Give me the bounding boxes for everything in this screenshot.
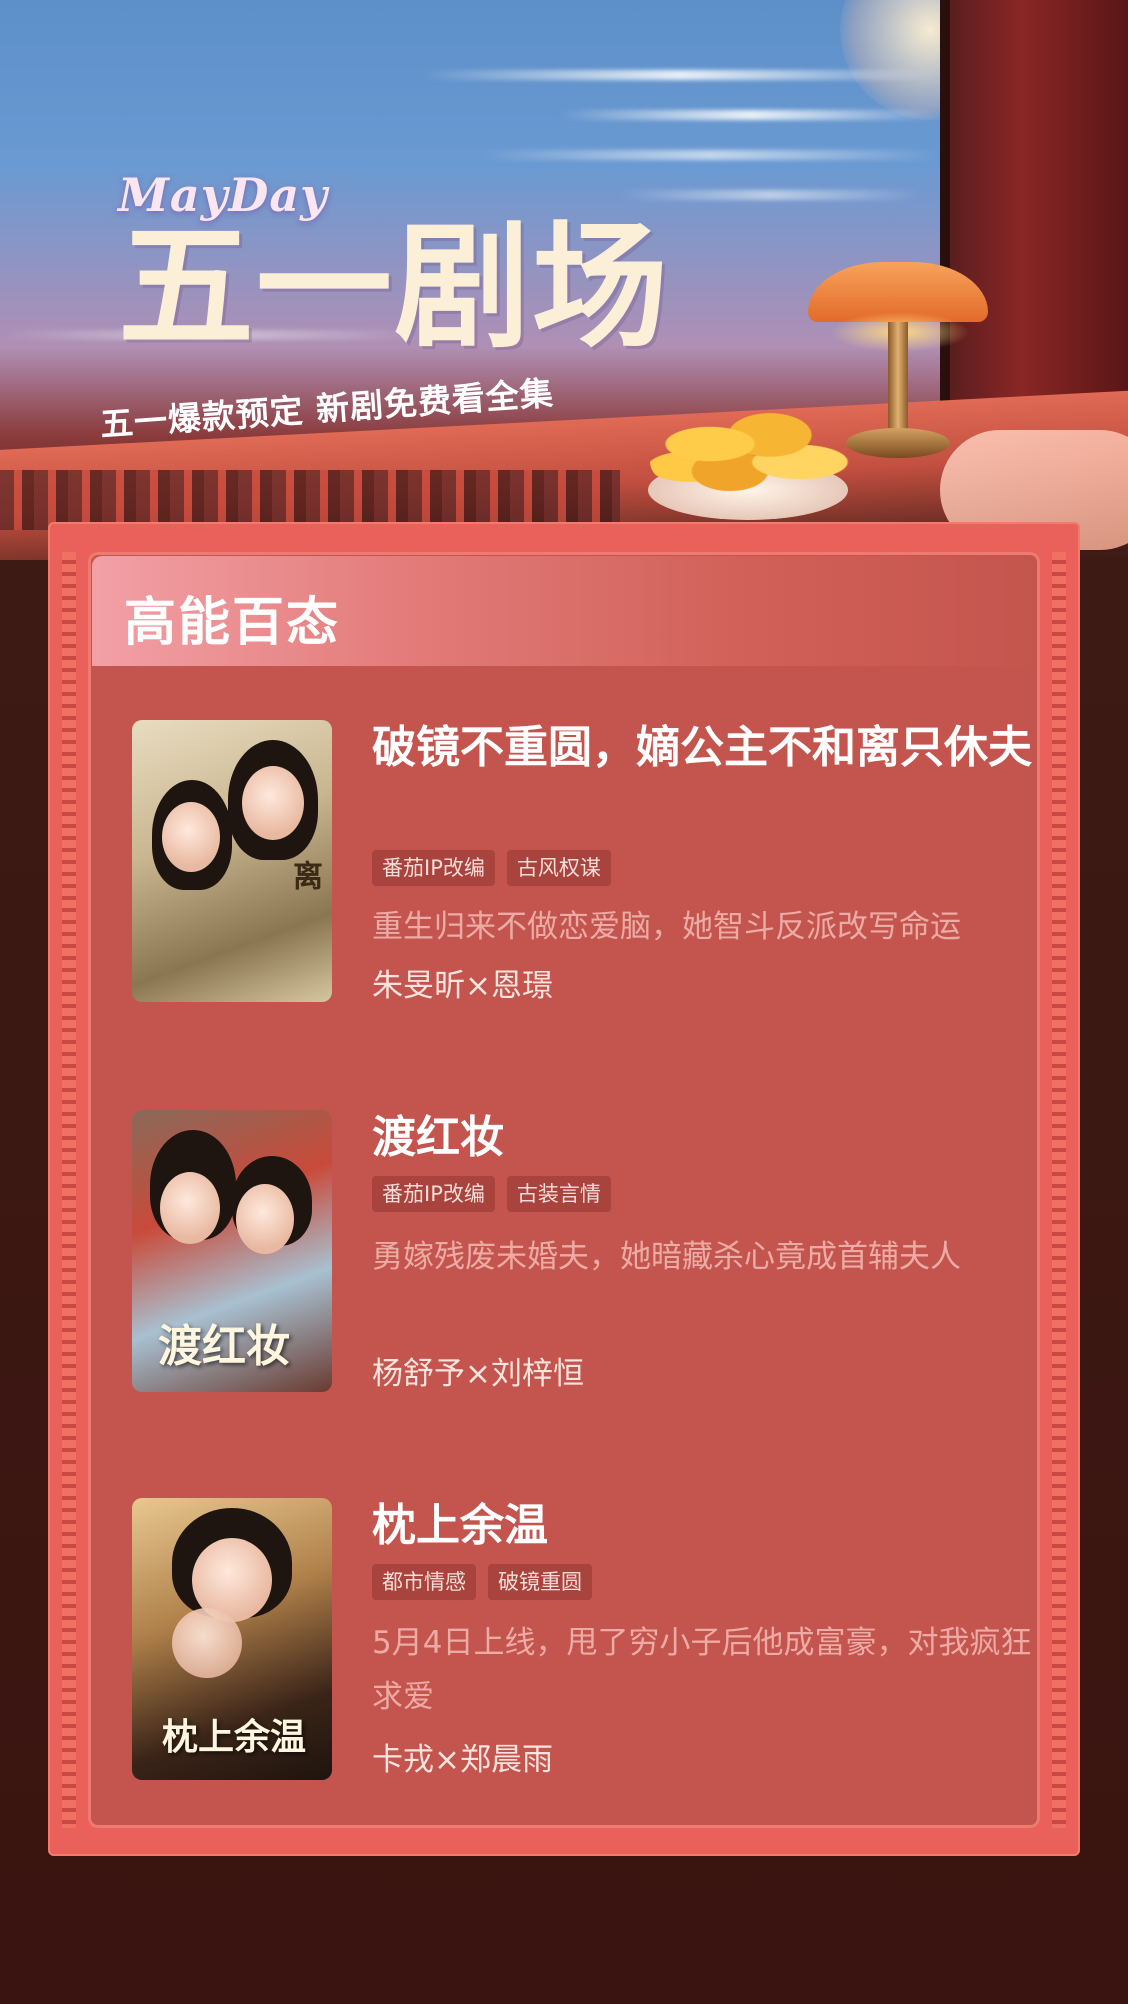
light-streak [560, 110, 940, 120]
light-streak [480, 150, 940, 160]
city-lights [0, 470, 620, 530]
lamp-neck [888, 322, 908, 432]
tag-badge: 番茄IP改编 [372, 850, 495, 886]
show-card[interactable]: 嫡姐不和离 破镜不重圆，嫡公主不和离只休夫 番茄IP改编 古风权谋 重生归来不做… [132, 720, 1032, 1010]
light-streak [420, 70, 940, 80]
show-poster[interactable]: 嫡姐不和离 [132, 720, 332, 1002]
poster-face [160, 1172, 220, 1244]
page-title: 五一剧场 [118, 209, 670, 367]
light-streak [620, 190, 920, 200]
tag-list: 都市情感 破镜重圆 [372, 1564, 592, 1600]
poster-title: 渡红妆 [158, 1321, 290, 1372]
potato-chips-icon [650, 408, 850, 498]
lamp-base [846, 428, 950, 458]
show-card[interactable]: 渡红妆 渡红妆 番茄IP改编 古装言情 勇嫁残废未婚夫，她暗藏杀心竟成首辅夫人 … [132, 1110, 1012, 1400]
show-poster[interactable]: 枕上余温 [132, 1498, 332, 1780]
hero-banner: MayDay 五一剧场 五一爆款预定 新剧免费看全集 [0, 0, 1128, 560]
tag-badge: 古风权谋 [506, 850, 611, 886]
poster-title: 嫡姐不和离 [287, 860, 332, 980]
show-description: 重生归来不做恋爱脑，她智斗反派改写命运 [372, 909, 961, 945]
tag-badge: 番茄IP改编 [372, 1176, 495, 1212]
tag-badge: 破镜重圆 [488, 1564, 592, 1600]
show-cast: 卡戎×郑晨雨 [372, 1742, 553, 1778]
tag-badge: 都市情感 [372, 1564, 476, 1600]
show-description: 勇嫁残废未婚夫，她暗藏杀心竟成首辅夫人 [372, 1239, 961, 1275]
poster-face [236, 1184, 294, 1254]
section-title: 高能百态 [124, 592, 341, 653]
poster-title: 枕上余温 [162, 1716, 307, 1758]
panel-rail-right [1052, 552, 1066, 1828]
show-card[interactable]: 枕上余温 枕上余温 都市情感 破镜重圆 5月4日上线，甩了穷小子后他成富豪，对我… [132, 1498, 1031, 1788]
show-poster[interactable]: 渡红妆 [132, 1110, 332, 1392]
panel-rail-left [62, 552, 76, 1828]
poster-face [242, 766, 304, 840]
show-cast: 朱旻昕×恩璟 [372, 968, 553, 1004]
show-title[interactable]: 渡红妆 [372, 1106, 1032, 1170]
tag-list: 番茄IP改编 古风权谋 [372, 850, 611, 886]
show-title[interactable]: 破镜不重圆，嫡公主不和离只休夫 [372, 716, 1032, 780]
tag-list: 番茄IP改编 古装言情 [372, 1176, 611, 1212]
show-cast: 杨舒予×刘梓恒 [372, 1356, 584, 1392]
tag-badge: 古装言情 [506, 1176, 611, 1212]
show-description: 5月4日上线，甩了穷小子后他成富豪，对我疯狂求爱 [372, 1625, 1032, 1715]
show-title[interactable]: 枕上余温 [372, 1494, 1032, 1558]
poster-face [162, 802, 220, 872]
curtain [950, 0, 1128, 420]
poster-face [172, 1608, 242, 1678]
